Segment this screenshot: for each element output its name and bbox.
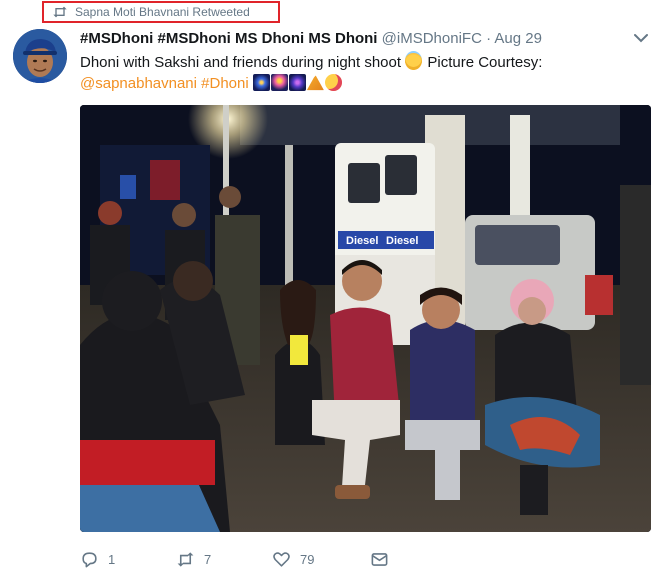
tweet-text-courtesy: Picture Courtesy: bbox=[423, 54, 543, 71]
pump-label: Diesel bbox=[386, 235, 418, 247]
reply-icon bbox=[82, 551, 97, 567]
retweet-icon bbox=[177, 551, 194, 567]
smiling-face-with-halo-icon bbox=[405, 51, 423, 70]
envelope-icon bbox=[371, 552, 388, 566]
reply-button[interactable]: 1 bbox=[80, 550, 176, 569]
like-count: 79 bbox=[300, 551, 315, 567]
heart-icon bbox=[273, 551, 290, 567]
hashtag-link[interactable]: #Dhoni bbox=[201, 75, 249, 92]
tweet-actions: 1 7 79 bbox=[80, 548, 398, 570]
header-separator: · bbox=[486, 30, 492, 47]
retweet-icon bbox=[53, 6, 67, 18]
mention-link[interactable]: @sapnabhavnani bbox=[80, 75, 197, 92]
avatar[interactable] bbox=[13, 29, 67, 83]
face-blowing-kiss-icon bbox=[324, 74, 342, 91]
fireworks-icon bbox=[288, 74, 306, 91]
retweet-context[interactable]: Sapna Moti Bhavnani Retweeted bbox=[42, 1, 280, 23]
retweet-button[interactable]: 7 bbox=[176, 550, 272, 569]
tweet-photo[interactable]: Diesel Diesel bbox=[80, 105, 651, 532]
retweet-count: 7 bbox=[204, 551, 212, 567]
night-scene-image: Diesel Diesel bbox=[80, 105, 651, 532]
tweet-text-main: Dhoni with Sakshi and friends during nig… bbox=[80, 54, 402, 71]
tweet-date[interactable]: Aug 29 bbox=[494, 30, 542, 47]
tweet-text: Dhoni with Sakshi and friends during nig… bbox=[80, 51, 640, 94]
sparkler-icon bbox=[270, 74, 288, 91]
pump-label: Diesel bbox=[346, 235, 378, 247]
tweet-header: #MSDhoni #MSDhoni MS Dhoni MS Dhoni @iMS… bbox=[80, 30, 542, 48]
direct-message-button[interactable] bbox=[370, 550, 398, 569]
reply-count: 1 bbox=[108, 551, 116, 567]
like-button[interactable]: 79 bbox=[272, 550, 370, 569]
chevron-down-icon[interactable] bbox=[634, 33, 648, 43]
retweet-context-label: Sapna Moti Bhavnani Retweeted bbox=[75, 5, 250, 19]
tent-icon bbox=[306, 74, 324, 91]
author-name[interactable]: #MSDhoni #MSDhoni MS Dhoni MS Dhoni bbox=[80, 30, 377, 47]
author-handle[interactable]: @iMSDhoniFC bbox=[382, 30, 482, 47]
fireworks-icon bbox=[252, 74, 270, 91]
